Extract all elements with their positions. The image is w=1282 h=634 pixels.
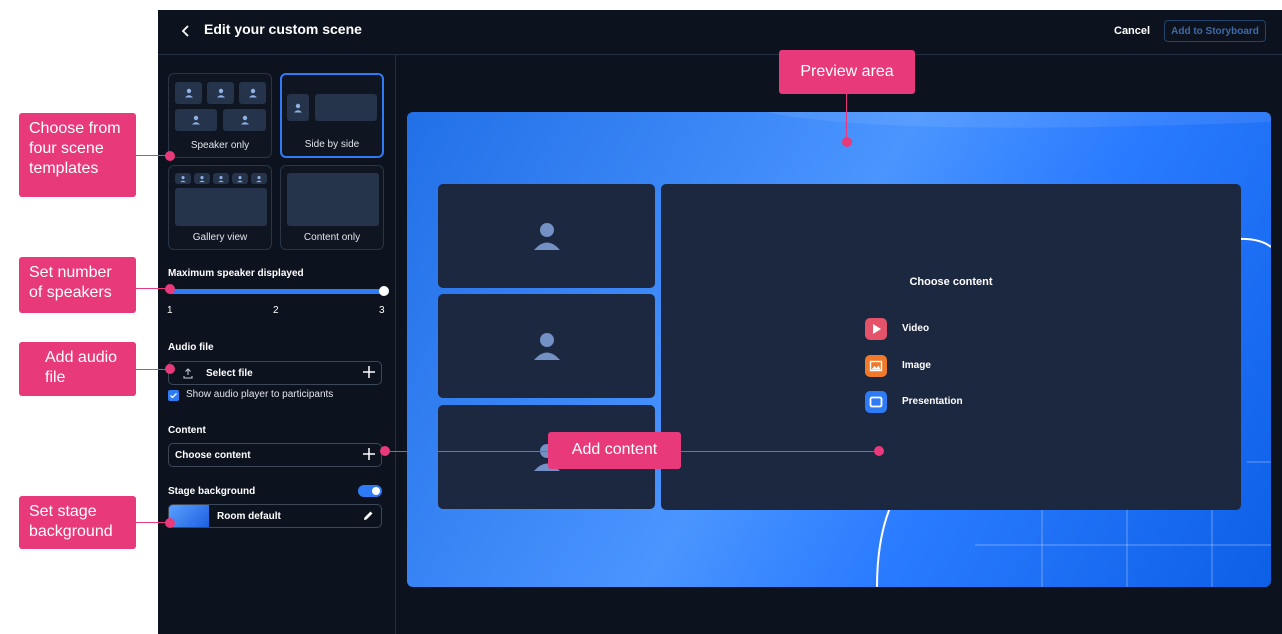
image-icon [865, 355, 887, 377]
option-label: Presentation [902, 396, 963, 407]
select-file-text: Select file [206, 368, 253, 379]
person-icon [237, 175, 243, 182]
content-label: Content [168, 425, 206, 436]
play-icon [865, 318, 887, 340]
option-label: Image [902, 360, 931, 371]
speaker-slot-2[interactable] [438, 294, 655, 398]
template-content-only[interactable]: Content only [280, 165, 384, 250]
speaker-tile [213, 173, 229, 184]
stage-background-label: Stage background [168, 486, 256, 497]
audio-file-label: Audio file [168, 342, 214, 353]
person-icon [294, 103, 302, 112]
speaker-tile [232, 173, 248, 184]
presentation-icon [865, 391, 887, 413]
callout-marker [842, 137, 852, 147]
show-audio-player-checkbox[interactable] [168, 390, 179, 401]
person-icon [218, 175, 224, 182]
callout-templates: Choose from four scene templates [19, 113, 136, 197]
speaker-slot-1[interactable] [438, 184, 655, 288]
checkmark-icon [170, 393, 177, 399]
stage-background-field[interactable]: Room default [168, 504, 382, 528]
callout-marker [165, 151, 175, 161]
page-title: Edit your custom scene [204, 21, 362, 37]
speaker-tile [175, 82, 202, 104]
cancel-button[interactable]: Cancel [1114, 25, 1150, 37]
plus-icon [363, 448, 375, 460]
person-icon [216, 88, 225, 98]
speaker-slider-thumb[interactable] [379, 286, 389, 296]
callout-connector [846, 94, 847, 141]
callout-content: Add content [548, 432, 681, 469]
person-icon [192, 115, 200, 125]
template-label: Speaker only [190, 140, 250, 151]
pencil-edit-icon[interactable] [362, 510, 374, 522]
speaker-tile [175, 109, 217, 131]
background-thumbnail [169, 505, 209, 527]
add-to-storyboard-button[interactable]: Add to Storyboard [1164, 20, 1266, 42]
toggle-knob [372, 487, 380, 495]
person-icon [533, 333, 560, 360]
max-speakers-label: Maximum speaker displayed [168, 268, 304, 279]
top-bar: Edit your custom scene Cancel Add to Sto… [158, 10, 1282, 55]
content-tile [287, 173, 379, 226]
select-audio-file-field[interactable]: Select file [168, 361, 382, 385]
callout-preview: Preview area [779, 50, 915, 94]
person-icon [180, 175, 186, 182]
template-gallery-view[interactable]: Gallery view [168, 165, 272, 250]
callout-marker [165, 518, 175, 528]
person-icon [533, 223, 560, 250]
content-tile [175, 188, 267, 226]
template-label: Side by side [304, 139, 360, 150]
template-label: Content only [303, 232, 361, 243]
show-audio-player-label: Show audio player to participants [186, 389, 334, 400]
person-icon [199, 175, 205, 182]
speaker-slider-track[interactable] [168, 289, 384, 294]
person-icon [240, 115, 249, 125]
plus-icon [363, 366, 375, 378]
callout-marker [165, 364, 175, 374]
callout-marker [874, 446, 884, 456]
callout-marker [165, 284, 175, 294]
speaker-tile [287, 94, 309, 121]
slider-tick: 2 [273, 305, 279, 316]
person-icon [184, 88, 193, 98]
content-slot[interactable]: Choose content Video Image Presentation [661, 184, 1241, 510]
scene-editor: Edit your custom scene Cancel Add to Sto… [158, 10, 1282, 634]
callout-speakers: Set number of speakers [19, 257, 136, 313]
template-label: Gallery view [192, 232, 248, 243]
back-chevron-icon[interactable] [178, 21, 194, 41]
speaker-tile [194, 173, 210, 184]
settings-panel: Speaker only Side by side Gallery view C… [158, 55, 396, 634]
callout-audio: Add audio file [19, 342, 136, 396]
template-speaker-only[interactable]: Speaker only [168, 73, 272, 158]
stage-background-toggle[interactable] [358, 485, 382, 497]
choose-content-text: Choose content [175, 450, 251, 461]
person-icon [248, 88, 257, 98]
speaker-tile [223, 109, 266, 131]
slider-tick: 3 [379, 305, 385, 316]
slider-tick: 1 [167, 305, 173, 316]
speaker-tile [239, 82, 266, 104]
speaker-tile [175, 173, 191, 184]
speaker-tile [207, 82, 234, 104]
background-name: Room default [217, 511, 281, 522]
callout-background: Set stage background [19, 496, 136, 549]
option-label: Video [902, 323, 930, 334]
person-icon [256, 175, 262, 182]
choose-content-title: Choose content [909, 276, 993, 288]
choose-content-field[interactable]: Choose content [168, 443, 382, 467]
upload-icon [183, 368, 193, 379]
template-side-by-side[interactable]: Side by side [280, 73, 384, 158]
speaker-tile [251, 173, 267, 184]
content-tile [315, 94, 377, 121]
preview-stage: Choose content Video Image Presentation [407, 112, 1271, 587]
